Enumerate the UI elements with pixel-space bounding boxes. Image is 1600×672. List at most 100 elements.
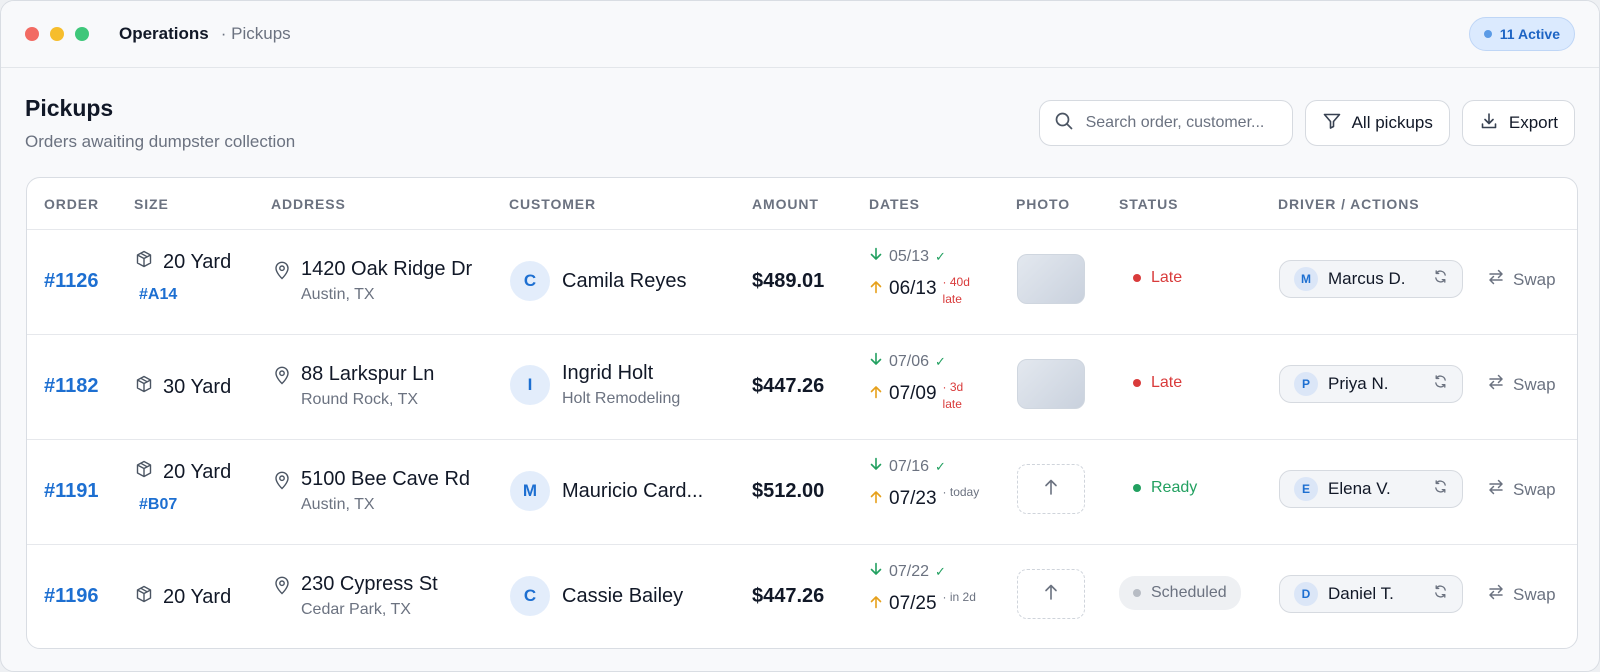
reassign-icon[interactable] [1433, 269, 1448, 289]
driver-name: Marcus D. [1328, 269, 1406, 288]
swap-label: Swap [1513, 269, 1556, 289]
delivery-date: 07/06 [889, 352, 930, 370]
status-label: Scheduled [1151, 584, 1227, 601]
dates-cell: 07/06 ✓ 07/09 · 3d late [869, 352, 983, 413]
swap-icon [1487, 583, 1505, 606]
delivery-date: 05/13 [889, 247, 930, 265]
pickup-note: · 40d late [942, 275, 970, 306]
app-window: Operations · Pickups 11 Active Pickups O… [0, 0, 1600, 672]
status-badge: Late [1133, 269, 1182, 287]
column-header-driver-actions[interactable]: DRIVER / ACTIONS [1278, 196, 1419, 212]
driver-selector[interactable]: P Priya N. [1279, 365, 1463, 403]
size-cell: 20 Yard [135, 585, 231, 609]
swap-button[interactable]: Swap [1487, 373, 1556, 396]
table-row[interactable]: #1126 20 Yard #A14 1420 Oak Ridge Dr Aus… [27, 230, 1577, 335]
customer-name[interactable]: Mauricio Card... [562, 480, 703, 503]
swap-button[interactable]: Swap [1487, 268, 1556, 291]
close-window-button[interactable] [25, 27, 39, 41]
status-dot-icon [1133, 484, 1141, 492]
map-pin-icon [273, 260, 291, 304]
search-input[interactable]: Search order, customer... [1038, 100, 1293, 146]
address-street: 1420 Oak Ridge Dr [301, 258, 473, 280]
map-pin-icon [273, 365, 291, 409]
swap-icon [1487, 373, 1505, 396]
export-button[interactable]: Export [1461, 100, 1575, 146]
reassign-icon[interactable] [1433, 584, 1448, 604]
column-header-dates[interactable]: DATES [869, 196, 920, 212]
table-row[interactable]: #1196 20 Yard 230 Cypress St Cedar Park,… [27, 545, 1577, 648]
filter-button[interactable]: All pickups [1304, 100, 1450, 146]
amount-value: $489.01 [752, 270, 825, 292]
address-cell: 5100 Bee Cave Rd Austin, TX [273, 468, 470, 514]
address-street: 88 Larkspur Ln [301, 363, 435, 385]
breadcrumb: · Pickups [220, 24, 291, 43]
driver-avatar: M [1294, 267, 1318, 291]
address-city: Cedar Park, TX [301, 601, 411, 618]
table-row[interactable]: #1182 30 Yard 88 Larkspur Ln Round Rock,… [27, 335, 1577, 440]
container-tag[interactable]: #B07 [139, 496, 231, 514]
customer-avatar: C [510, 261, 550, 301]
driver-selector[interactable]: D Daniel T. [1279, 575, 1463, 613]
active-count-badge: 11 Active [1468, 17, 1575, 51]
address-cell: 230 Cypress St Cedar Park, TX [273, 573, 438, 619]
dates-cell: 07/22 ✓ 07/25 · in 2d [869, 562, 983, 615]
swap-button[interactable]: Swap [1487, 583, 1556, 606]
pickup-date: 07/23 [889, 488, 937, 509]
arrow-down-icon [869, 562, 883, 581]
size-label: 20 Yard [163, 250, 232, 273]
pickup-note: · 3d late [942, 380, 964, 411]
status-label: Late [1151, 269, 1183, 286]
status-dot-icon [1133, 274, 1141, 282]
minimize-window-button[interactable] [50, 27, 64, 41]
column-header-amount[interactable]: AMOUNT [752, 196, 819, 212]
column-header-status[interactable]: STATUS [1119, 196, 1178, 212]
customer-avatar: I [510, 365, 550, 405]
photo-thumbnail[interactable] [1017, 359, 1085, 409]
table-header: ORDER SIZE ADDRESS CUSTOMER AMOUNT DATES… [27, 178, 1577, 230]
photo-upload-button[interactable] [1017, 464, 1085, 514]
map-pin-icon [273, 470, 291, 514]
column-header-customer[interactable]: CUSTOMER [509, 196, 596, 212]
order-link[interactable]: #1191 [44, 480, 99, 503]
page-header: Pickups Orders awaiting dumpster collect… [25, 95, 295, 152]
customer-cell: C Cassie Bailey [510, 576, 683, 616]
download-icon [1479, 111, 1499, 136]
container-icon [135, 585, 153, 609]
photo-thumbnail[interactable] [1017, 254, 1085, 304]
address-cell: 88 Larkspur Ln Round Rock, TX [273, 363, 434, 409]
order-link[interactable]: #1182 [44, 375, 99, 398]
active-count-label: 11 Active [1499, 26, 1560, 42]
customer-name[interactable]: Ingrid Holt [562, 362, 680, 385]
arrow-up-icon [869, 280, 883, 299]
reassign-icon[interactable] [1433, 374, 1448, 394]
page-title: Pickups [25, 95, 114, 121]
photo-upload-button[interactable] [1017, 569, 1085, 619]
container-tag[interactable]: #A14 [139, 286, 231, 304]
column-header-order[interactable]: ORDER [44, 196, 99, 212]
size-cell: 20 Yard #A14 [135, 250, 231, 304]
column-header-address[interactable]: ADDRESS [271, 196, 346, 212]
container-icon [135, 375, 153, 399]
driver-selector[interactable]: M Marcus D. [1279, 260, 1463, 298]
arrow-up-icon [869, 385, 883, 404]
window-controls [25, 27, 89, 41]
customer-name[interactable]: Camila Reyes [562, 270, 686, 293]
customer-avatar: M [510, 471, 550, 511]
order-link[interactable]: #1126 [44, 270, 99, 293]
size-cell: 20 Yard #B07 [135, 460, 231, 514]
maximize-window-button[interactable] [75, 27, 89, 41]
customer-name[interactable]: Cassie Bailey [562, 585, 683, 608]
column-header-size[interactable]: SIZE [134, 196, 169, 212]
table-row[interactable]: #1191 20 Yard #B07 5100 Bee Cave Rd Aust… [27, 440, 1577, 545]
delivery-date: 07/16 [889, 457, 930, 475]
column-header-photo[interactable]: PHOTO [1016, 196, 1070, 212]
reassign-icon[interactable] [1433, 479, 1448, 499]
address-city: Austin, TX [301, 496, 375, 513]
driver-selector[interactable]: E Elena V. [1279, 470, 1463, 508]
check-icon: ✓ [935, 353, 946, 369]
address-street: 5100 Bee Cave Rd [301, 468, 471, 490]
upload-arrow-icon [1043, 583, 1059, 606]
order-link[interactable]: #1196 [44, 585, 99, 608]
swap-label: Swap [1513, 584, 1556, 604]
swap-button[interactable]: Swap [1487, 478, 1556, 501]
